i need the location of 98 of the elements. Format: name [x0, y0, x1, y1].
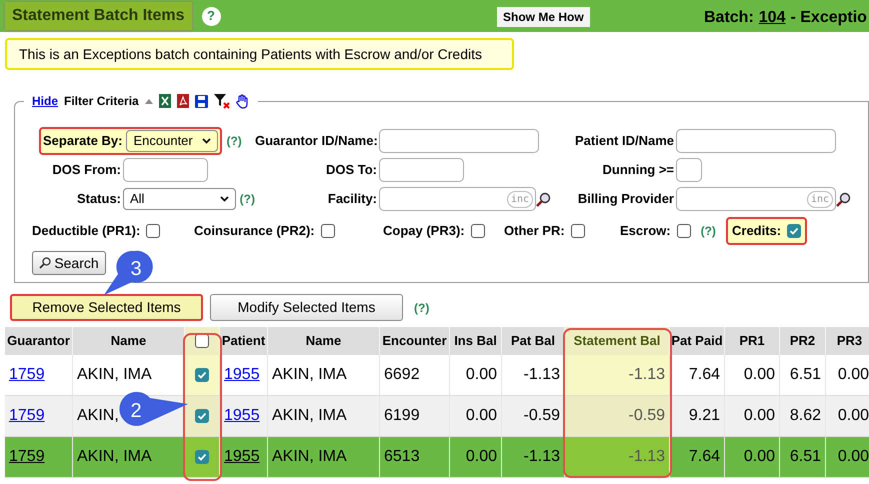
checkbox[interactable]: [146, 224, 160, 238]
batch-number-link[interactable]: 104: [758, 6, 786, 30]
search-button[interactable]: Search: [32, 251, 106, 275]
help-icon[interactable]: ?: [202, 6, 220, 26]
table-cell-text: 0.00: [838, 365, 869, 385]
table-cell-text: -1.13: [628, 365, 665, 385]
hand-icon[interactable]: [236, 94, 250, 108]
table-cell-text: -1.13: [524, 365, 560, 385]
id-link[interactable]: 1955: [224, 363, 260, 387]
hide-link[interactable]: Hide: [32, 92, 58, 110]
caret-icon[interactable]: [220, 196, 229, 202]
action-button[interactable]: Modify Selected Items: [210, 294, 403, 321]
table-cell-text: 6.51: [790, 365, 821, 385]
table-cell-text: 0.00: [744, 447, 775, 467]
checkbox[interactable]: [570, 224, 585, 238]
table-cell-text: 7.64: [688, 365, 720, 385]
info-banner: This is an Exceptions batch containing Patients with Escrow and/or Credits: [5, 38, 514, 70]
clear-filter-icon[interactable]: [214, 93, 230, 109]
checkbox-label: Copay (PR3):: [383, 222, 465, 240]
table-row[interactable]: 1759 AKIN, IMA 1955 AKIN, IMA 6513 0.00 -1.13 -1.13 7.64 0.00 6.51 0.00: [5, 437, 869, 478]
batch-label: Batch:: [704, 8, 754, 28]
column-header[interactable]: Statement Bal: [565, 327, 670, 355]
field-label: DOS To:: [324, 161, 378, 180]
table-cell-text: 0.00: [466, 406, 497, 426]
save-icon[interactable]: [194, 94, 208, 108]
filter-legend: Filter Criteria: [64, 92, 139, 110]
checkbox[interactable]: [195, 334, 209, 348]
field-label: DOS From:: [51, 161, 122, 180]
checkbox[interactable]: [195, 368, 209, 382]
id-link[interactable]: 1759: [9, 445, 45, 469]
table-cell-text: AKIN, IMA: [272, 365, 347, 385]
show-me-how-button[interactable]: Show Me How: [497, 7, 590, 27]
help-link[interactable]: (?): [414, 298, 430, 316]
table-cell-text: 0.00: [838, 406, 869, 426]
table-cell-text: 0.00: [466, 365, 497, 385]
checkbox[interactable]: [787, 224, 802, 238]
table-cell-text: 0.00: [466, 447, 497, 467]
field-label: Status:: [76, 190, 122, 208]
table-cell-text: 9.21: [688, 406, 720, 426]
field-label: Patient ID/Name: [574, 132, 675, 150]
help-link[interactable]: (?): [226, 132, 242, 150]
input-field[interactable]: [676, 129, 836, 153]
dropdown[interactable]: Encounter: [126, 130, 218, 152]
checkbox-label: Other PR:: [504, 222, 565, 240]
page-title: Statement Batch Items: [5, 2, 192, 30]
checkbox-label: Credits:: [732, 222, 782, 240]
help-link[interactable]: (?): [240, 190, 255, 208]
input-field[interactable]: [676, 158, 702, 182]
checkbox[interactable]: [195, 409, 209, 423]
checkbox[interactable]: [195, 450, 209, 464]
table-cell-text: -0.59: [524, 406, 560, 426]
table-cell-text: 0.00: [744, 365, 775, 385]
id-link[interactable]: 1955: [224, 404, 260, 428]
checkbox[interactable]: [320, 224, 335, 238]
help-link[interactable]: (?): [700, 222, 716, 240]
field-label: Guarantor ID/Name:: [255, 132, 379, 150]
checkbox[interactable]: [470, 224, 485, 238]
table-cell-text: AKIN, IMA: [272, 406, 347, 426]
caret-icon[interactable]: [202, 138, 212, 144]
table-row[interactable]: 1759 AKIN, IMA 1955 AKIN, IMA 6692 0.00 -1.13 -1.13 7.64 0.00 6.51 0.00: [5, 355, 869, 396]
table-cell-text: 6199: [384, 406, 420, 426]
input-field[interactable]: [379, 129, 539, 153]
id-link[interactable]: 1759: [9, 363, 45, 387]
id-link[interactable]: 1759: [9, 404, 45, 428]
table-cell-text: -1.13: [524, 447, 560, 467]
table-cell-text: AKIN, IMA: [272, 447, 347, 467]
checkbox-label: Deductible (PR1):: [32, 222, 140, 240]
pdf-icon[interactable]: [176, 94, 189, 108]
table-cell-text: 8.62: [790, 406, 821, 426]
dropdown[interactable]: All: [123, 188, 236, 210]
table-cell-text: 6513: [384, 447, 420, 467]
id-link[interactable]: 1955: [224, 445, 260, 469]
checkbox[interactable]: [676, 224, 691, 238]
table-cell-text: 7.64: [688, 447, 720, 467]
table-cell-text: -1.13: [628, 447, 665, 467]
table-cell-text: 0.00: [744, 406, 775, 426]
table-cell-text: AKIN,: [77, 406, 119, 426]
input-field[interactable]: [379, 158, 464, 182]
table-cell-text: AKIN, IMA: [77, 447, 152, 467]
collapse-icon[interactable]: [144, 98, 153, 104]
checkbox-label: Coinsurance (PR2):: [194, 222, 315, 240]
batch-name: - Exceptio: [790, 8, 867, 28]
field-label: Billing Provider: [576, 190, 675, 208]
action-button[interactable]: Remove Selected Items: [10, 294, 203, 321]
checkbox-label: Escrow:: [620, 222, 671, 240]
search-icon: [39, 257, 52, 269]
table-cell-text: 0.00: [838, 447, 869, 467]
search-icon[interactable]: [536, 192, 551, 206]
excel-icon[interactable]: [158, 94, 171, 108]
table-cell-text: AKIN, IMA: [77, 365, 152, 385]
field-label: Dunning >=: [602, 161, 675, 180]
table-cell-text: -0.59: [628, 406, 665, 426]
field-label: Facility:: [326, 190, 378, 208]
search-icon[interactable]: [836, 192, 851, 206]
field-label: Separate By:: [43, 132, 124, 150]
table-cell-text: 6.51: [790, 447, 821, 467]
input-field[interactable]: [123, 158, 208, 182]
table-cell-text: 6692: [384, 365, 420, 385]
